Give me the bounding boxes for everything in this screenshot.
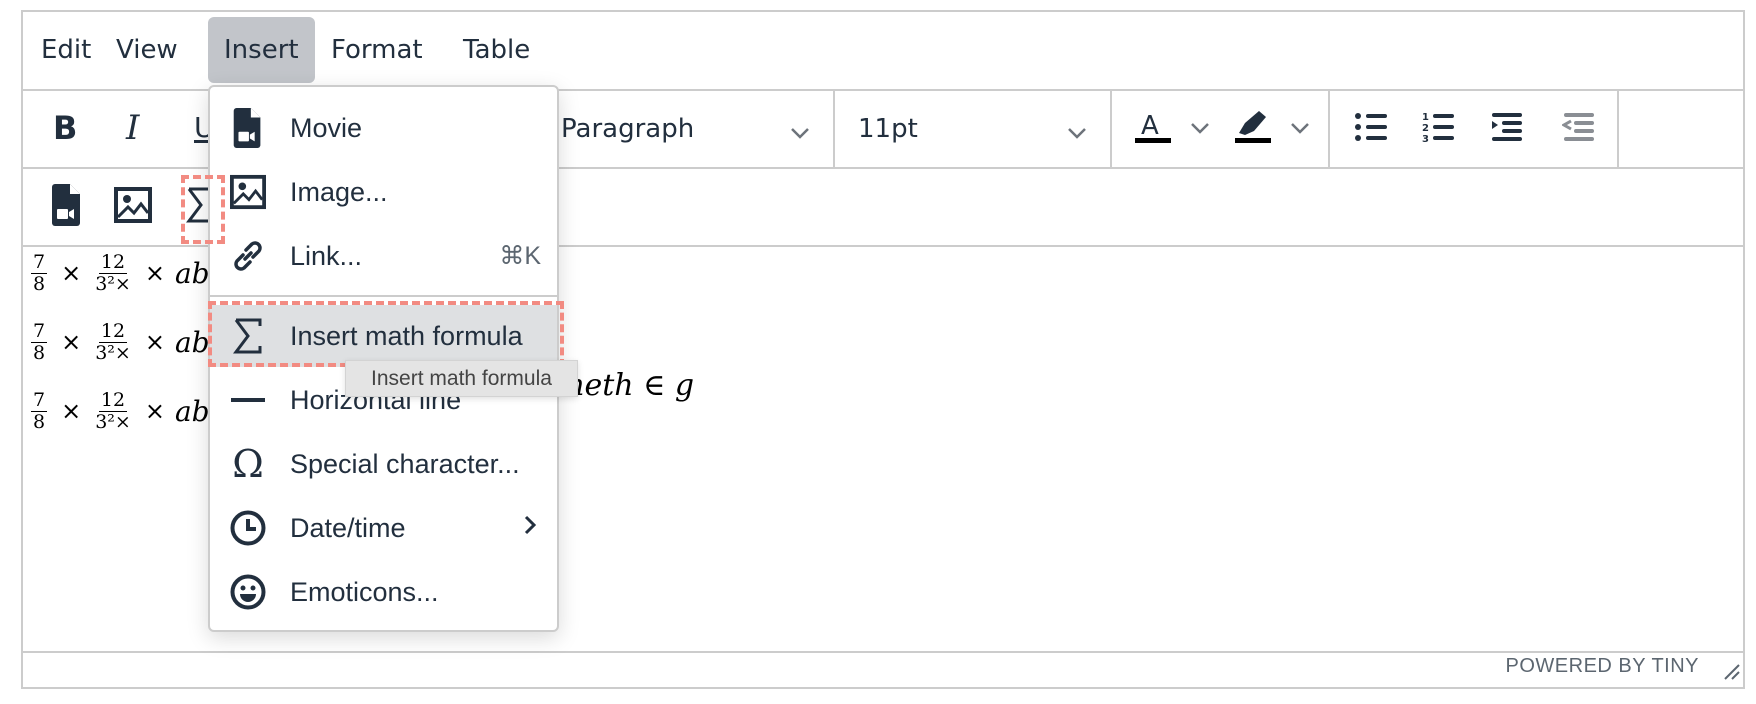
italic-button[interactable]: I	[107, 101, 163, 157]
highlight-color-dropdown[interactable]	[1281, 101, 1319, 157]
math-formula-line[interactable]: 78 × 12 3²× × ab	[27, 314, 210, 370]
menu-item-label: Insert math formula	[290, 320, 523, 351]
menu-item-label: Image...	[290, 176, 388, 207]
variable: ab	[174, 325, 210, 359]
sigma-icon	[228, 316, 268, 356]
variable: ab	[174, 394, 210, 428]
svg-text:A: A	[1141, 111, 1159, 141]
menu-item-link[interactable]: Link... ⌘K	[210, 225, 557, 287]
menu-insert[interactable]: Insert	[208, 17, 315, 83]
indent-button[interactable]	[1479, 101, 1535, 157]
menu-item-movie[interactable]: Movie	[210, 97, 557, 159]
font-size-select[interactable]: 11pt	[835, 91, 1110, 167]
block-format-select[interactable]: Paragraph	[561, 91, 833, 167]
statusbar: POWERED BY TINY	[23, 651, 1743, 687]
svg-text:B: B	[53, 111, 77, 143]
variable: ab	[174, 256, 210, 290]
insert-image-button[interactable]	[105, 179, 161, 235]
menu-view[interactable]: View	[100, 17, 194, 83]
times-operator: ×	[61, 397, 82, 425]
numbered-list-button[interactable]: 123	[1411, 101, 1467, 157]
chevron-down-icon	[789, 117, 811, 147]
svg-text:3: 3	[1422, 134, 1429, 143]
menu-item-label: Emoticons...	[290, 576, 439, 607]
toolbar-divider	[1617, 91, 1619, 167]
math-formula-line[interactable]: 78 × 12 3²× × ab	[27, 383, 210, 439]
image-icon	[114, 187, 152, 227]
menu-item-label: Date/time	[290, 512, 406, 543]
fraction: 12 3²×	[95, 250, 131, 295]
insert-menu: Movie Image... Link... ⌘K Insert math fo…	[208, 85, 559, 632]
times-operator: ×	[144, 259, 165, 287]
menu-item-emoticons[interactable]: Emoticons...	[210, 561, 557, 623]
times-operator: ×	[144, 397, 165, 425]
fraction: 78	[31, 250, 48, 295]
resize-handle-icon[interactable]	[1721, 661, 1741, 685]
svg-text:2: 2	[1422, 123, 1429, 134]
fraction: 12 3²×	[95, 388, 131, 433]
powered-by-link[interactable]: POWERED BY TINY	[1506, 655, 1699, 678]
outdent-icon	[1560, 112, 1596, 146]
numbered-list-icon: 123	[1422, 111, 1456, 147]
indent-icon	[1490, 112, 1524, 146]
chevron-down-icon	[1066, 117, 1088, 147]
menu-item-label: Special character...	[290, 448, 520, 479]
insert-movie-button[interactable]	[39, 179, 95, 235]
bullet-list-button[interactable]	[1343, 101, 1399, 157]
highlight-icon	[1233, 107, 1273, 151]
tooltip-text: Insert math formula	[371, 366, 552, 390]
font-size-value: 11pt	[858, 114, 918, 144]
text-color-button[interactable]: A	[1123, 101, 1183, 157]
menu-format[interactable]: Format	[315, 17, 439, 83]
link-icon	[228, 236, 268, 276]
block-format-value: Paragraph	[561, 114, 695, 144]
fraction: 78	[31, 319, 48, 364]
clock-icon	[228, 508, 268, 548]
fraction: 12 3²×	[95, 319, 131, 364]
svg-text:I: I	[125, 110, 140, 144]
times-operator: ×	[61, 328, 82, 356]
horizontal-line-icon	[228, 380, 268, 420]
omega-icon: Ω	[232, 442, 264, 486]
svg-text:1: 1	[1422, 112, 1429, 123]
menu-item-special-character[interactable]: Ω Special character...	[210, 433, 557, 495]
chevron-down-icon	[1189, 120, 1211, 139]
italic-icon: I	[120, 108, 150, 148]
emoticon-icon	[228, 572, 268, 612]
outdent-button[interactable]	[1551, 101, 1607, 157]
highlight-color-button[interactable]	[1223, 101, 1283, 157]
math-formula-line[interactable]: 78 × 12 3²× × ab	[27, 245, 210, 301]
menu-item-date-time[interactable]: Date/time	[210, 497, 557, 559]
bold-button[interactable]: B	[37, 101, 93, 157]
menu-item-image[interactable]: Image...	[210, 161, 557, 223]
movie-icon	[228, 108, 268, 148]
text-color-icon: A	[1133, 107, 1173, 151]
bold-icon: B	[50, 109, 80, 147]
times-operator: ×	[144, 328, 165, 356]
tooltip: Insert math formula	[345, 360, 578, 397]
menu-table[interactable]: Table	[447, 17, 546, 83]
times-operator: ×	[61, 259, 82, 287]
text-color-dropdown[interactable]	[1181, 101, 1219, 157]
chevron-right-icon	[523, 513, 537, 543]
menu-separator	[210, 295, 557, 297]
bullet-list-icon	[1354, 112, 1388, 146]
menu-item-label: Link...	[290, 240, 363, 271]
fraction: 78	[31, 388, 48, 433]
menu-item-insert-math-formula[interactable]: Insert math formula	[210, 305, 557, 367]
menu-edit[interactable]: Edit	[25, 17, 107, 83]
toolbar-divider	[1328, 91, 1330, 167]
chevron-down-icon	[1289, 120, 1311, 139]
image-icon	[228, 172, 268, 212]
menu-item-shortcut: ⌘K	[499, 242, 541, 270]
toolbar-divider	[1110, 91, 1112, 167]
movie-icon	[52, 184, 82, 230]
menubar: Edit View Insert Format Table	[23, 12, 1743, 91]
menu-item-label: Movie	[290, 112, 363, 143]
